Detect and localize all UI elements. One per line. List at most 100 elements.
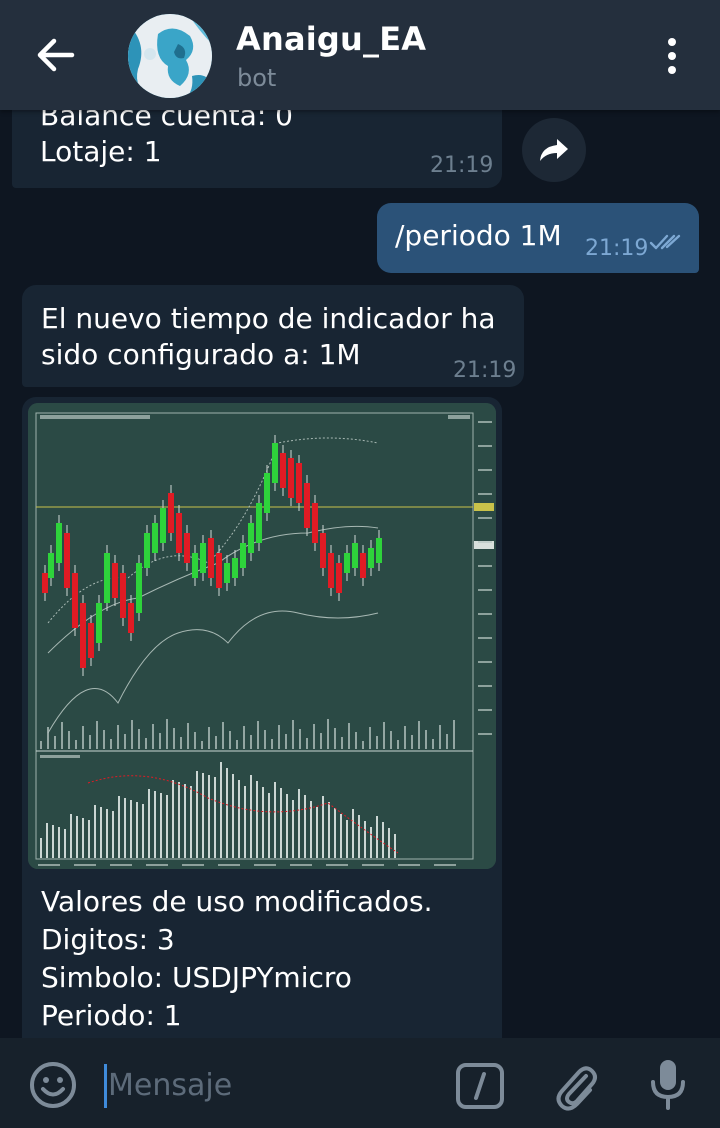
time-axis-tick [218,864,240,866]
candle-body [336,563,342,593]
message-bubble-outgoing[interactable]: /periodo 1M 21:19 [377,203,699,273]
volume-bar [439,725,441,749]
caption-line: Periodo: 1 [41,999,182,1032]
macd-bar [154,791,156,858]
back-button[interactable] [30,32,80,78]
candle-body [368,548,374,568]
slash-command-icon [456,1063,504,1109]
volume-bar [138,729,140,749]
bot-avatar[interactable] [128,14,212,98]
volume-bar [397,740,399,749]
more-options-button[interactable] [652,34,692,78]
candle-body [128,603,134,633]
price-axis-tick [478,565,492,567]
candle-body [320,533,326,568]
volume-bar [306,738,308,749]
macd-bar [40,838,42,858]
macd-bar [310,801,312,858]
forward-message-button[interactable] [522,118,586,182]
chart-screenshot-photo[interactable] [28,403,496,869]
volume-bar [131,720,133,749]
macd-bar [100,807,102,858]
volume-bar [341,737,343,749]
macd-bar [202,773,204,858]
macd-bar [76,816,78,858]
volume-bar [418,721,420,749]
voice-message-button[interactable] [648,1058,688,1112]
price-axis-tick [478,661,492,663]
candle-body [42,573,48,593]
price-level-tag [474,503,494,511]
candle-body [200,543,206,573]
macd-bar [370,827,372,858]
time-axis-tick [110,864,132,866]
volume-bar [173,728,175,749]
emoji-button[interactable] [28,1060,78,1110]
chart-header-texture [40,415,150,419]
price-axis-tick [478,517,492,519]
candle-body [296,463,302,503]
message-time: 21:19 [453,358,517,383]
volume-bar [299,729,301,749]
volume-bar [159,733,161,749]
volume-bar [187,723,189,749]
macd-bar [70,814,72,858]
volume-bar [40,741,42,749]
macd-bar [394,834,396,858]
candle-body [272,443,278,483]
message-bubble-incoming[interactable]: El nuevo tiempo de indicador ha sido con… [22,285,524,387]
macd-bar [214,777,216,858]
candle-body [104,553,110,603]
more-vertical-icon [668,38,676,74]
volume-bar [96,721,98,749]
candle-body [160,508,166,543]
time-axis-tick [362,864,384,866]
macd-bar [64,829,66,858]
price-axis-tick [478,637,492,639]
macd-bar [124,798,126,858]
macd-bar [148,789,150,858]
candle-body [256,503,262,543]
volume-bar [166,719,168,749]
volume-bar [257,721,259,749]
volume-bar [82,726,84,749]
time-axis-tick [254,864,276,866]
candle-body [304,483,310,528]
time-axis-tick [434,864,456,866]
candle-body [184,533,190,563]
candle-body [168,493,174,533]
volume-bar [243,726,245,749]
bot-commands-button[interactable] [456,1063,504,1109]
volume-bar [390,731,392,749]
macd-bar [316,807,318,858]
chat-title[interactable]: Anaigu_EA [236,20,426,58]
volume-bar [411,735,413,749]
message-list[interactable]: Balance cuenta: 0 Lotaje: 1 21:19 /perio… [0,110,720,1038]
macd-bar [274,782,276,858]
attach-button[interactable] [552,1058,600,1112]
volume-bar [432,739,434,749]
macd-bar [238,780,240,858]
caption-line: Simbolo: USDJPYmicro [41,961,352,994]
message-bubble-photo[interactable]: Valores de uso modificados. Digitos: 3 S… [22,397,502,1038]
volume-bar [75,740,77,749]
volume-bar [103,730,105,749]
candle-body [208,538,214,578]
message-input[interactable] [108,1058,428,1112]
macd-bar [190,786,192,858]
volume-bar [236,740,238,749]
macd-bar [334,808,336,858]
time-axis-tick [38,864,60,866]
microphone-icon [651,1060,685,1110]
message-text-line: Lotaje: 1 [40,135,162,168]
volume-bar [47,727,49,749]
message-time: 21:19 [430,153,494,178]
candle-body [224,563,230,583]
macd-bar [388,828,390,858]
price-axis-tick [478,445,492,447]
macd-bar [178,782,180,858]
macd-bar [382,822,384,858]
message-text: /periodo 1M [395,219,562,252]
message-bubble-incoming[interactable]: Balance cuenta: 0 Lotaje: 1 21:19 [12,110,502,188]
macd-bar [364,821,366,858]
